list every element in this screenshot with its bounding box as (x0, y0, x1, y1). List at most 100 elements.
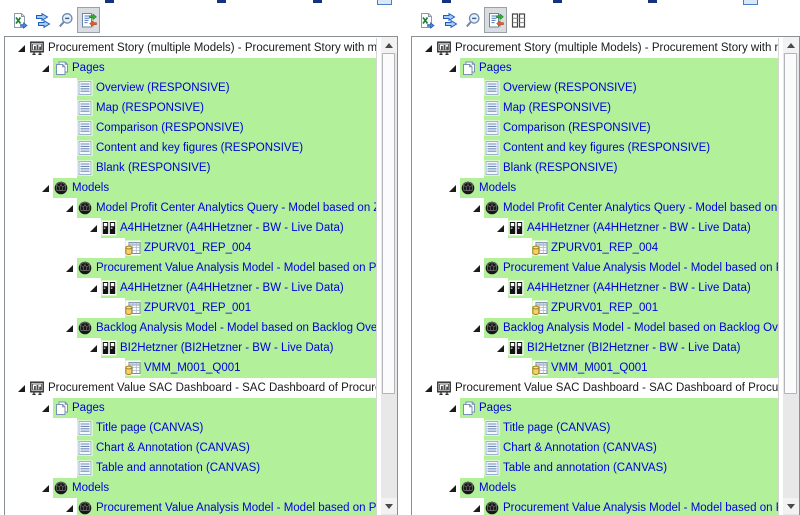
expander-toggle[interactable] (61, 265, 77, 272)
right-tree-panel: Procurement Story (multiple Models) - Pr… (411, 36, 800, 515)
tree-row[interactable]: VMM_M001_Q001 (412, 358, 778, 378)
scroll-down-button[interactable] (783, 498, 799, 514)
tree-row[interactable]: Title page (CANVAS) (412, 418, 778, 438)
tree-row[interactable]: Title page (CANVAS) (5, 418, 376, 438)
pages-icon (53, 60, 69, 76)
tree-row[interactable]: Pages (412, 58, 778, 78)
tree-row[interactable]: Models (5, 478, 376, 498)
tree-row[interactable]: Backlog Analysis Model - Model based on … (5, 318, 376, 338)
tree-row[interactable]: Blank (RESPONSIVE) (5, 158, 376, 178)
compare-documents-button[interactable] (77, 7, 100, 33)
expander-toggle[interactable] (85, 345, 101, 352)
expander-toggle[interactable] (444, 65, 460, 72)
tree-row[interactable]: A4HHetzner (A4HHetzner - BW - Live Data) (5, 218, 376, 238)
merge-arrows-button[interactable] (438, 7, 461, 33)
expander-toggle[interactable] (61, 205, 77, 212)
expander-toggle[interactable] (13, 385, 29, 392)
tree-row[interactable]: Procurement Value SAC Dashboard - SAC Da… (412, 378, 778, 398)
right-vertical-scrollbar[interactable] (783, 37, 799, 515)
tree-row[interactable]: Chart & Annotation (CANVAS) (412, 438, 778, 458)
tree-row[interactable]: Pages (5, 398, 376, 418)
expanded-triangle-icon (90, 345, 97, 352)
scroll-up-button[interactable] (783, 37, 799, 53)
split-view-button[interactable] (507, 7, 530, 33)
tree-row[interactable]: BI2Hetzner (BI2Hetzner - BW - Live Data) (412, 338, 778, 358)
expander-toggle[interactable] (468, 265, 484, 272)
expander-toggle[interactable] (492, 225, 508, 232)
expander-toggle[interactable] (444, 485, 460, 492)
tree-row[interactable]: BI2Hetzner (BI2Hetzner - BW - Live Data) (5, 338, 376, 358)
tree-row[interactable]: Overview (RESPONSIVE) (5, 78, 376, 98)
merge-arrows-button[interactable] (31, 7, 54, 33)
expander-toggle[interactable] (444, 185, 460, 192)
row-indent (5, 38, 13, 58)
scrollbar-thumb[interactable] (784, 53, 797, 394)
expander-toggle[interactable] (420, 385, 436, 392)
tree-row[interactable]: VMM_M001_Q001 (5, 358, 376, 378)
export-excel-button[interactable] (8, 7, 31, 33)
tree-row[interactable]: Table and annotation (CANVAS) (412, 458, 778, 478)
row-indent (412, 178, 444, 198)
expander-toggle[interactable] (85, 285, 101, 292)
row-indent (5, 398, 37, 418)
tree-row[interactable]: Map (RESPONSIVE) (412, 98, 778, 118)
expander-toggle[interactable] (61, 505, 77, 512)
tree-row[interactable]: Procurement Story (multiple Models) - Pr… (5, 38, 376, 58)
row-indent (5, 238, 125, 258)
scroll-up-button[interactable] (381, 37, 397, 53)
tree-row[interactable]: A4HHetzner (A4HHetzner - BW - Live Data) (412, 278, 778, 298)
expander-toggle[interactable] (37, 65, 53, 72)
tree-row[interactable]: Procurement Value Analysis Model - Model… (412, 258, 778, 278)
tree-row[interactable]: A4HHetzner (A4HHetzner - BW - Live Data) (5, 278, 376, 298)
expander-toggle[interactable] (37, 405, 53, 412)
tree-row[interactable]: Model Profit Center Analytics Query - Mo… (412, 198, 778, 218)
changed-highlight: Backlog Analysis Model - Model based on … (484, 318, 778, 338)
zoom-out-button[interactable] (54, 7, 77, 33)
row-indent (412, 278, 492, 298)
export-excel-button[interactable] (415, 7, 438, 33)
expander-toggle[interactable] (444, 405, 460, 412)
expander-toggle[interactable] (420, 45, 436, 52)
scrollbar-thumb[interactable] (382, 53, 395, 394)
tree-row[interactable]: Comparison (RESPONSIVE) (412, 118, 778, 138)
expander-toggle[interactable] (468, 325, 484, 332)
tree-row[interactable]: Pages (5, 58, 376, 78)
tree-row[interactable]: Procurement Value SAC Dashboard - SAC Da… (5, 378, 376, 398)
expander-toggle[interactable] (492, 345, 508, 352)
tree-row[interactable]: Table and annotation (CANVAS) (5, 458, 376, 478)
tree-row[interactable]: ZPURV01_REP_004 (5, 238, 376, 258)
tree-row[interactable]: ZPURV01_REP_001 (412, 298, 778, 318)
tree-row[interactable]: Models (412, 478, 778, 498)
expander-toggle[interactable] (37, 185, 53, 192)
left-vertical-scrollbar[interactable] (381, 37, 397, 515)
tree-row[interactable]: Procurement Value Analysis Model - Model… (5, 498, 376, 515)
expander-toggle[interactable] (61, 325, 77, 332)
tree-row[interactable]: Map (RESPONSIVE) (5, 98, 376, 118)
expander-toggle[interactable] (492, 285, 508, 292)
tree-row[interactable]: Models (412, 178, 778, 198)
tree-row[interactable]: Procurement Value Analysis Model - Model… (412, 498, 778, 515)
tree-row[interactable]: Content and key figures (RESPONSIVE) (5, 138, 376, 158)
tree-row[interactable]: Comparison (RESPONSIVE) (5, 118, 376, 138)
scroll-down-button[interactable] (381, 498, 397, 514)
tree-row[interactable]: ZPURV01_REP_001 (5, 298, 376, 318)
expander-toggle[interactable] (37, 485, 53, 492)
tree-row[interactable]: Procurement Story (multiple Models) - Pr… (412, 38, 778, 58)
tree-row[interactable]: ZPURV01_REP_004 (412, 238, 778, 258)
tree-row[interactable]: Pages (412, 398, 778, 418)
tree-row[interactable]: Backlog Analysis Model - Model based on … (412, 318, 778, 338)
tree-row[interactable]: Procurement Value Analysis Model - Model… (5, 258, 376, 278)
tree-row[interactable]: Content and key figures (RESPONSIVE) (412, 138, 778, 158)
tree-row[interactable]: Chart & Annotation (CANVAS) (5, 438, 376, 458)
zoom-out-button[interactable] (461, 7, 484, 33)
tree-row[interactable]: Overview (RESPONSIVE) (412, 78, 778, 98)
expander-toggle[interactable] (468, 505, 484, 512)
tree-row[interactable]: Model Profit Center Analytics Query - Mo… (5, 198, 376, 218)
tree-row[interactable]: Models (5, 178, 376, 198)
expander-toggle[interactable] (13, 45, 29, 52)
expander-toggle[interactable] (85, 225, 101, 232)
expander-toggle[interactable] (468, 205, 484, 212)
tree-row[interactable]: Blank (RESPONSIVE) (412, 158, 778, 178)
tree-row[interactable]: A4HHetzner (A4HHetzner - BW - Live Data) (412, 218, 778, 238)
compare-documents-button[interactable] (484, 7, 507, 33)
